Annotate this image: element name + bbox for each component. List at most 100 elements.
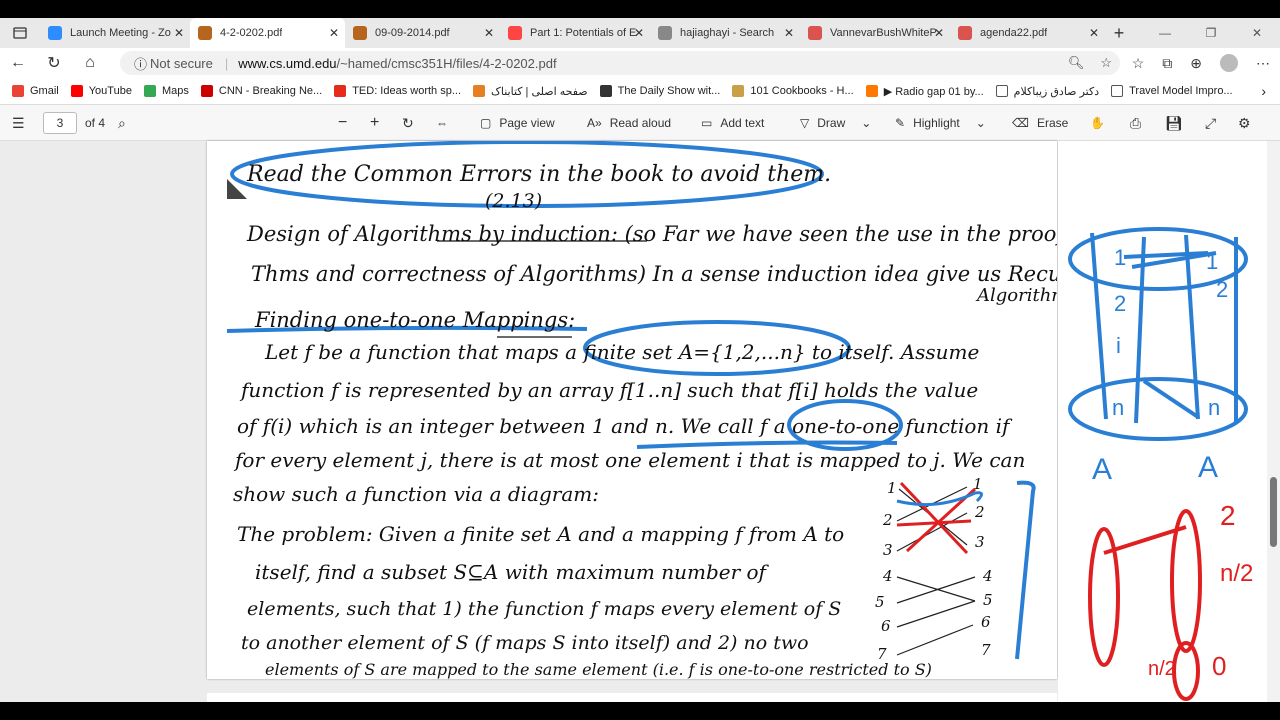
bookmark-daily-show[interactable]: The Daily Show wit... — [599, 85, 721, 97]
minimize-icon[interactable]: — — [1142, 18, 1188, 48]
home-icon[interactable]: ⌂ — [72, 54, 108, 72]
cookbook-icon — [732, 85, 745, 97]
search-icon[interactable]: ⌕ — [118, 105, 126, 141]
blue-label: 2 — [1114, 291, 1126, 316]
close-icon[interactable]: ✕ — [934, 26, 944, 40]
contents-icon[interactable]: ☰ — [12, 105, 25, 141]
tab-0[interactable]: Launch Meeting - Zo ✕ — [40, 18, 190, 48]
chevron-right-icon[interactable]: › — [1261, 83, 1266, 99]
tab-title: hajiaghayi - Search — [680, 27, 775, 39]
close-icon[interactable]: ✕ — [329, 26, 339, 40]
read-aloud-button[interactable]: A» Read aloud — [587, 105, 671, 141]
bookmark-ted[interactable]: TED: Ideas worth sp... — [334, 85, 461, 97]
save-icon[interactable]: 💾︎ — [1165, 105, 1183, 141]
zoom-icon — [48, 26, 62, 40]
zoom-out-icon[interactable]: − — [338, 105, 347, 141]
youtube-icon — [508, 26, 522, 40]
draw-button[interactable]: ▽ Draw ⌄ — [800, 105, 871, 141]
screen: Launch Meeting - Zo ✕ 4-2-0202.pdf ✕ 09-… — [0, 0, 1280, 720]
tab-3[interactable]: Part 1: Potentials of E ✕ — [500, 18, 650, 48]
extensions-icon[interactable]: ⊕ — [1190, 55, 1202, 72]
bookmark-travel-model[interactable]: Travel Model Impro... — [1111, 85, 1233, 97]
rotate-icon[interactable]: ↻ — [402, 105, 414, 141]
zoom-icon[interactable]: 🔍︎ — [1068, 55, 1085, 71]
page-view-icon: ▢ — [480, 116, 492, 130]
fit-page-icon[interactable]: ⇔ — [436, 105, 448, 141]
zoom-in-icon[interactable]: + — [370, 105, 379, 141]
back-icon[interactable]: ← — [0, 54, 36, 72]
close-icon[interactable]: ✕ — [784, 26, 794, 40]
diagram-left-label: 3 — [883, 541, 893, 559]
note-line-13: to another element of S (f maps S into i… — [241, 632, 809, 654]
mapping-arrows — [896, 486, 976, 656]
fullscreen-icon[interactable]: ⤢ — [1205, 105, 1216, 141]
tab-1[interactable]: 4-2-0202.pdf ✕ — [190, 18, 345, 48]
red-label: 2 — [1220, 500, 1236, 531]
highlight-label: Highlight — [913, 116, 960, 130]
more-icon[interactable]: ⋯ — [1256, 55, 1270, 72]
maximize-icon[interactable]: ❐ — [1188, 18, 1234, 48]
close-icon[interactable]: ✕ — [174, 26, 184, 40]
add-text-button[interactable]: ▭ Add text — [701, 105, 764, 141]
blue-label: n — [1208, 395, 1220, 420]
address-actions: 🔍︎ ☆ — [1068, 51, 1112, 75]
bookmark-cnn[interactable]: CNN - Breaking Ne... — [200, 85, 322, 97]
diagram-left-label: 2 — [882, 511, 893, 529]
browser-actions: ☆ ⧉ ⊕ ⋯ — [1132, 48, 1270, 78]
page-number-input[interactable]: 3 — [43, 112, 77, 134]
highlight-button[interactable]: ✎ Highlight ⌄ — [895, 105, 986, 141]
note-line-2: Design of Algorithms by induction: (so F… — [246, 222, 1057, 246]
bookmark-ketabnak[interactable]: صفحه اصلی | کتابناک — [473, 85, 588, 98]
new-tab-button[interactable]: + — [1105, 23, 1133, 44]
bookmark-zibakalam[interactable]: دکتر صادق زیباکلام — [995, 85, 1100, 98]
bookmark-label: 101 Cookbooks - H... — [750, 85, 854, 97]
diagram-right-label: 7 — [981, 641, 991, 659]
tab-title: VannevarBushWhiteP — [830, 27, 937, 39]
page-icon — [995, 85, 1008, 97]
cnn-icon — [200, 85, 213, 97]
tab-actions-button[interactable] — [0, 18, 40, 48]
bookmark-radio[interactable]: ▶ Radio gap 01 by... — [865, 85, 984, 98]
chevron-down-icon[interactable]: ⌄ — [976, 116, 986, 130]
bookmark-youtube[interactable]: YouTube — [70, 85, 132, 97]
tab-title: agenda22.pdf — [980, 27, 1048, 39]
bookmark-cookbooks[interactable]: 101 Cookbooks - H... — [732, 85, 854, 97]
erase-button[interactable]: ⌫ Erase — [1012, 105, 1068, 141]
close-window-icon[interactable]: ✕ — [1234, 18, 1280, 48]
tab-2[interactable]: 09-09-2014.pdf ✕ — [345, 18, 500, 48]
favorites-icon[interactable]: ☆ — [1132, 55, 1145, 72]
tab-4[interactable]: hajiaghayi - Search ✕ — [650, 18, 800, 48]
chevron-down-icon[interactable]: ⌄ — [861, 116, 871, 130]
diagram-right-label: 6 — [981, 613, 991, 631]
settings-icon[interactable]: ⚙ — [1238, 105, 1251, 141]
favorite-icon[interactable]: ☆ — [1100, 55, 1112, 71]
address-bar[interactable]: ⓘ Not secure | www.cs.umd.edu /~hamed/cm… — [120, 51, 1120, 75]
note-line-14: elements of S are mapped to the same ele… — [265, 660, 932, 679]
diagram-right-label: 5 — [983, 591, 993, 609]
vertical-scrollbar[interactable] — [1267, 141, 1280, 702]
bookmark-gmail[interactable]: Gmail — [12, 85, 59, 97]
print-icon[interactable]: ⎙ — [1130, 105, 1141, 141]
bookmark-label: دکتر صادق زیباکلام — [1013, 85, 1100, 98]
tab-title: Launch Meeting - Zo — [70, 27, 171, 39]
tab-6[interactable]: agenda22.pdf ✕ — [950, 18, 1105, 48]
profile-avatar[interactable] — [1220, 54, 1238, 72]
read-aloud-icon: A» — [587, 116, 602, 130]
refresh-icon[interactable]: ↻ — [36, 53, 72, 73]
close-icon[interactable]: ✕ — [484, 26, 494, 40]
collections-icon[interactable]: ⧉ — [1162, 55, 1172, 72]
close-icon[interactable]: ✕ — [1089, 26, 1099, 40]
close-icon[interactable]: ✕ — [634, 26, 644, 40]
page-view-button[interactable]: ▢ Page view — [480, 105, 555, 141]
diagram-left-label: 7 — [877, 645, 887, 663]
red-sketch — [1088, 509, 1202, 701]
bookmark-maps[interactable]: Maps — [143, 85, 189, 97]
diagram-left-label: 5 — [875, 593, 885, 611]
tab-5[interactable]: VannevarBushWhiteP ✕ — [800, 18, 950, 48]
blue-label: n — [1112, 395, 1124, 420]
bookmark-label: The Daily Show wit... — [617, 85, 721, 97]
note-line-3: Thms and correctness of Algorithms) In a… — [251, 262, 1057, 286]
scrollbar-thumb[interactable] — [1270, 477, 1277, 547]
search-icon — [658, 26, 672, 40]
diagram-left-label: 6 — [881, 617, 891, 635]
